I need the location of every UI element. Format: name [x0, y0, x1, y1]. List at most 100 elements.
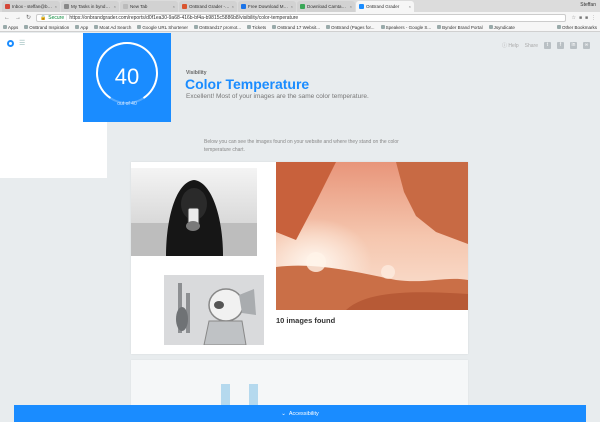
bookmark-label: Speakers - Google S... — [385, 24, 432, 30]
intro-text: Below you can see the images found on yo… — [204, 139, 399, 153]
extension-icon[interactable]: ■ — [579, 15, 582, 21]
tab-favicon-icon — [123, 4, 128, 9]
hamburger-menu-icon[interactable]: ☰ — [19, 40, 25, 47]
bookmark-label: App — [80, 24, 89, 30]
score-panel: 40 out of 40 — [83, 33, 171, 122]
bookmark-favicon-icon — [94, 25, 99, 29]
back-icon[interactable]: ← — [4, 15, 10, 21]
bookmark-label: OnBrand 17 Websit... — [277, 24, 321, 30]
bookmark-label: OnBrand17 promot... — [198, 24, 241, 30]
browser-tab[interactable]: New Tab × — [120, 1, 178, 12]
twitter-icon[interactable]: t — [544, 42, 551, 49]
tab-title: My Tasks in bynder.com - A — [71, 4, 112, 9]
bookmark-favicon-icon — [272, 25, 277, 29]
browser-tab-bar: Inbox - steffan@bynder.com×My Tasks in b… — [0, 0, 600, 12]
page-content: ☰ ⓘ Help Share t f in ∞ 40 out of 40 Vis… — [0, 33, 600, 422]
tab-close-icon[interactable]: × — [55, 4, 57, 9]
browser-toolbar: ← → ↻ 🔒 Secure | https://onbrandgrader.c… — [0, 12, 600, 23]
tab-title: Download Camtasia 2 3.0 C — [307, 4, 348, 9]
bookmark-favicon-icon — [488, 25, 493, 29]
bookmark-favicon-icon — [326, 25, 331, 29]
images-card: 10 images found — [131, 162, 468, 354]
tab-close-icon[interactable]: × — [350, 4, 352, 9]
chevron-down-icon: ⌄ — [281, 410, 286, 417]
header-actions: ⓘ Help Share t f in ∞ — [502, 42, 590, 49]
link-icon[interactable]: ∞ — [583, 42, 590, 49]
bookmark-item[interactable]: App — [75, 25, 88, 30]
tab-title: OnBrand Grader — [366, 4, 400, 9]
tab-title: Inbox - steffan@bynder.com — [12, 4, 53, 9]
star-icon[interactable]: ☆ — [571, 15, 575, 21]
folder-icon — [556, 25, 561, 29]
menu-icon[interactable]: ⋮ — [591, 15, 596, 21]
onbrand-logo-icon[interactable] — [7, 40, 14, 47]
linkedin-icon[interactable]: in — [570, 42, 577, 49]
bookmark-label: Tickets — [251, 24, 267, 30]
bookmark-item[interactable]: OnBrand (Pages for... — [326, 25, 375, 30]
tab-favicon-icon — [300, 4, 305, 9]
bookmark-favicon-icon — [246, 25, 251, 29]
bookmark-item[interactable]: OnBrand17 promot... — [193, 24, 241, 30]
bookmark-favicon-icon — [137, 25, 142, 29]
desert-landscape-image[interactable] — [276, 162, 468, 310]
browser-tab[interactable]: Free Download Manager - S× — [238, 1, 296, 12]
browser-tab[interactable]: Download Camtasia 2 3.0 C× — [297, 1, 355, 12]
bookmark-item[interactable]: Moat Ad Search — [94, 25, 131, 30]
tab-close-icon[interactable]: × — [409, 4, 411, 9]
tab-title: OnBrand Grader - Product H — [189, 4, 230, 9]
section-description: Excellent! Most of your images are the s… — [186, 93, 369, 100]
page-title: Color Temperature — [185, 76, 310, 92]
bookmark-favicon-icon — [3, 25, 7, 29]
question-icon: ⓘ — [501, 43, 507, 49]
browser-tab[interactable]: Inbox - steffan@bynder.com× — [2, 1, 60, 12]
tab-favicon-icon — [359, 4, 364, 9]
lock-icon: 🔒 — [40, 14, 47, 21]
reload-icon[interactable]: ↻ — [26, 14, 31, 21]
tab-favicon-icon — [241, 4, 246, 9]
hooded-figure-image[interactable] — [131, 168, 257, 256]
bookmark-favicon-icon — [380, 25, 385, 29]
bookmark-favicon-icon — [437, 25, 442, 29]
accessibility-bar[interactable]: ⌄ Accessibility — [14, 405, 586, 422]
browser-tab[interactable]: OnBrand Grader × — [356, 1, 414, 12]
score-value: 40 — [114, 64, 140, 89]
bookmark-item[interactable]: Tickets — [246, 24, 267, 30]
bookmark-favicon-icon — [193, 25, 198, 29]
bookmark-item[interactable]: Apps — [3, 25, 18, 30]
bookmark-label: OnBrand (Pages for... — [331, 24, 375, 30]
bookmark-label: Jsyndicate — [493, 24, 515, 30]
accessibility-label: Accessibility — [288, 410, 319, 417]
other-bookmarks[interactable]: Other Bookmarks — [556, 25, 597, 30]
forward-icon[interactable]: → — [15, 15, 21, 21]
tab-close-icon[interactable]: × — [232, 4, 234, 9]
tab-close-icon[interactable]: × — [173, 4, 175, 9]
browser-tab[interactable]: OnBrand Grader - Product H× — [179, 1, 237, 12]
bookmark-item[interactable]: OnBrand 17 Websit... — [272, 25, 320, 30]
secure-label: Secure — [48, 14, 65, 21]
bookmark-label: Moat Ad Search — [99, 24, 132, 30]
bookmark-item[interactable]: Google URL Shortener — [137, 25, 188, 30]
robot-image[interactable] — [164, 275, 264, 345]
url-text: https://onbrandgrader.com/reports/d0f1ea… — [69, 14, 299, 21]
tab-favicon-icon — [5, 4, 10, 9]
facebook-icon[interactable]: f — [557, 42, 564, 49]
bookmark-item[interactable]: Speakers - Google S... — [380, 24, 432, 30]
address-bar[interactable]: 🔒 Secure | https://onbrandgrader.com/rep… — [36, 13, 567, 22]
tab-favicon-icon — [182, 4, 187, 9]
help-link[interactable]: ⓘ Help — [502, 42, 519, 49]
tab-close-icon[interactable]: × — [114, 4, 116, 9]
browser-user-label[interactable]: Steffan — [580, 2, 596, 8]
bookmark-item[interactable]: Bynder Brand Portal — [437, 25, 483, 30]
bookmark-label: Apps — [8, 24, 19, 30]
browser-tab[interactable]: My Tasks in bynder.com - A× — [61, 1, 119, 12]
bookmark-label: Bynder Brand Portal — [442, 24, 483, 30]
bookmark-item[interactable]: OnBrand Inspiration — [24, 25, 69, 30]
extension-icon[interactable]: ■ — [585, 15, 588, 21]
images-found-label: 10 images found — [276, 316, 336, 325]
score-subtitle: out of 40 — [117, 101, 137, 107]
tab-close-icon[interactable]: × — [291, 4, 293, 9]
share-label: Share — [524, 42, 538, 49]
bookmark-item[interactable]: Jsyndicate — [488, 24, 515, 30]
bookmark-label: OnBrand Inspiration — [29, 24, 70, 30]
bookmark-label: Google URL Shortener — [142, 24, 188, 30]
